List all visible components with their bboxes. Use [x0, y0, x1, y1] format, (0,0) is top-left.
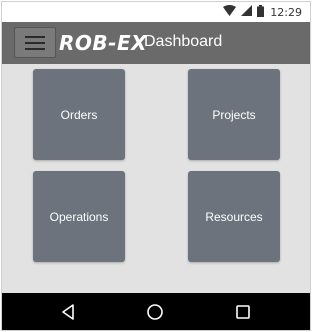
page-title: Dashboard	[144, 33, 223, 50]
home-button[interactable]	[146, 303, 164, 321]
recents-icon	[236, 305, 250, 319]
app-bar: ROB-EX Dashboard	[2, 22, 310, 64]
back-icon	[62, 304, 74, 320]
signal-icon	[241, 5, 253, 19]
status-time: 12:29	[270, 5, 302, 19]
tile-label: Orders	[60, 107, 98, 122]
tile-label: Resources	[205, 209, 263, 224]
orders-tile[interactable]: Orders	[33, 69, 125, 160]
status-bar: 12:29	[2, 2, 310, 22]
home-icon	[147, 304, 163, 320]
navigation-bar	[2, 293, 310, 330]
hamburger-menu-icon	[25, 35, 45, 50]
recents-button[interactable]	[234, 303, 252, 321]
resources-tile[interactable]: Resources	[188, 171, 280, 262]
app-window: 12:29 ROB-EX Dashboard Orders Projects O…	[1, 1, 311, 331]
app-logo: ROB-EX	[59, 31, 148, 55]
back-button[interactable]	[59, 303, 77, 321]
battery-icon	[257, 4, 265, 20]
tile-label: Projects	[212, 107, 256, 122]
tile-label: Operations	[49, 209, 109, 224]
projects-tile[interactable]: Projects	[188, 69, 280, 160]
operations-tile[interactable]: Operations	[33, 171, 125, 262]
menu-button[interactable]	[14, 27, 56, 58]
wifi-icon	[223, 5, 237, 19]
